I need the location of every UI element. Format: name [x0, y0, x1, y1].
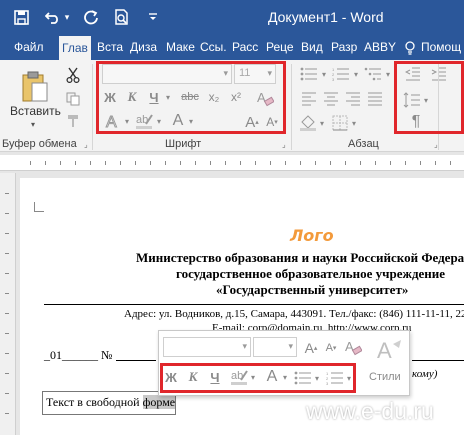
tab-references[interactable]: Ссы.	[200, 34, 227, 60]
mini-grow-font-icon[interactable]: A ▴	[303, 339, 319, 357]
whom-fragment: кому)	[412, 368, 438, 380]
group-label-clipboard: Буфер обмена	[2, 138, 77, 150]
justify-icon[interactable]	[366, 90, 384, 108]
numbering-icon[interactable]: 123	[330, 65, 352, 83]
clipboard-launcher-icon[interactable]: ⌟	[84, 140, 88, 149]
multilevel-list-icon[interactable]	[362, 65, 384, 83]
mini-clear-formatting-icon[interactable]: A	[343, 337, 363, 357]
styles-label[interactable]: Стили	[369, 371, 401, 383]
date-number-field: _01______ №	[44, 348, 113, 362]
tab-design[interactable]: Диза	[130, 34, 157, 60]
multilevel-dropdown-icon[interactable]: ▾	[384, 65, 392, 83]
copy-icon[interactable]	[63, 90, 83, 108]
tab-developer[interactable]: Разр	[331, 34, 357, 60]
textbox-text: Текст в свободной	[46, 395, 143, 409]
align-left-icon[interactable]	[300, 90, 318, 108]
vertical-ruler[interactable]	[0, 173, 16, 435]
tab-layout[interactable]: Маке	[166, 34, 195, 60]
borders-dropdown-icon[interactable]: ▾	[350, 114, 358, 132]
shading-icon[interactable]	[298, 114, 318, 132]
mini-font-size-combo[interactable]: ▾	[253, 337, 297, 357]
paste-label[interactable]: Вставить	[10, 104, 61, 118]
save-icon[interactable]	[10, 7, 32, 27]
shading-dropdown-icon[interactable]: ▾	[318, 114, 326, 132]
svg-text:A: A	[377, 338, 392, 363]
font-highlight-frame	[96, 61, 286, 134]
align-right-icon[interactable]	[344, 90, 362, 108]
free-text-box[interactable]: Текст в свободной форме	[42, 391, 176, 415]
chevron-down-icon: ▾	[288, 341, 293, 351]
styles-icon[interactable]: A	[373, 337, 405, 365]
ribbon-tabs: Файл Глав Вста Диза Маке Ссы. Расс Реце …	[0, 34, 464, 60]
font-launcher-icon[interactable]: ⌟	[282, 140, 286, 149]
tab-mailings[interactable]: Расс	[232, 34, 258, 60]
logo-text: Лого	[290, 226, 334, 245]
undo-icon[interactable]	[42, 7, 64, 27]
bullets-icon[interactable]	[298, 65, 320, 83]
whom-underline	[412, 360, 464, 361]
mini-shrink-font-icon[interactable]: A ▾	[323, 339, 339, 357]
paste-dropdown-icon[interactable]: ▾	[31, 120, 35, 129]
watermark: www.e-du.ru	[306, 398, 434, 424]
document-page[interactable]: Лого Министерство образования и науки Ро…	[20, 178, 464, 435]
tab-file[interactable]: Файл	[14, 34, 44, 60]
svg-text:A: A	[345, 339, 354, 354]
align-center-icon[interactable]	[322, 90, 340, 108]
cut-icon[interactable]	[63, 66, 83, 84]
group-label-font: Шрифт	[165, 138, 202, 150]
numbering-dropdown-icon[interactable]: ▾	[352, 65, 360, 83]
tab-view[interactable]: Вид	[301, 34, 323, 60]
lightbulb-icon[interactable]	[405, 34, 415, 60]
address-line: Адрес: ул. Водников, д.15, Самара, 44309…	[124, 308, 464, 320]
group-label-paragraph: Абзац	[348, 138, 379, 150]
org-line-1: Министерство образования и науки Российс…	[136, 250, 464, 265]
mini-highlight-frame	[160, 363, 356, 393]
ribbon: Вставить ▾ Буфер обмена ⌟ ▾ 11 ▾ Ж К Ч ▾…	[0, 60, 464, 152]
chevron-down-icon: ▾	[242, 341, 247, 351]
tab-insert[interactable]: Вста	[97, 34, 123, 60]
tab-tell-me[interactable]: Помощ	[421, 34, 461, 60]
redo-icon[interactable]	[80, 7, 102, 27]
paste-icon[interactable]	[18, 68, 52, 104]
indent-highlight-frame	[394, 61, 464, 134]
tab-abbyy[interactable]: ABBY	[364, 34, 396, 60]
mini-toolbar: ▾ ▾ A ▴ A ▾ A A Ж К Ч ab ▾ A ▾ ▾ 123 ▾ Сти…	[158, 330, 410, 396]
number-underline	[116, 360, 156, 361]
bullets-dropdown-icon[interactable]: ▾	[320, 65, 328, 83]
svg-text:3: 3	[332, 77, 335, 81]
horizontal-ruler[interactable]	[0, 155, 464, 171]
group-divider	[291, 64, 292, 150]
mini-font-name-combo[interactable]: ▾	[163, 337, 251, 357]
format-painter-icon[interactable]	[63, 112, 83, 130]
margin-corner-mark	[34, 202, 44, 212]
textbox-selected-text: форме	[142, 395, 176, 409]
print-preview-icon[interactable]	[110, 7, 132, 27]
tab-home[interactable]: Глав	[59, 36, 91, 60]
org-line-3: «Государственный университет»	[216, 282, 409, 297]
borders-icon[interactable]	[330, 114, 350, 132]
undo-dropdown-icon[interactable]: ▾	[62, 7, 72, 27]
header-rule	[44, 304, 464, 305]
tab-review[interactable]: Реце	[266, 34, 294, 60]
customize-qa-icon[interactable]	[142, 7, 164, 27]
title-bar: ▾ Документ1 - Word	[0, 0, 464, 34]
window-title: Документ1 - Word	[268, 9, 384, 25]
group-divider	[92, 64, 93, 150]
org-line-2: государственное образовательное учрежден…	[176, 266, 446, 281]
